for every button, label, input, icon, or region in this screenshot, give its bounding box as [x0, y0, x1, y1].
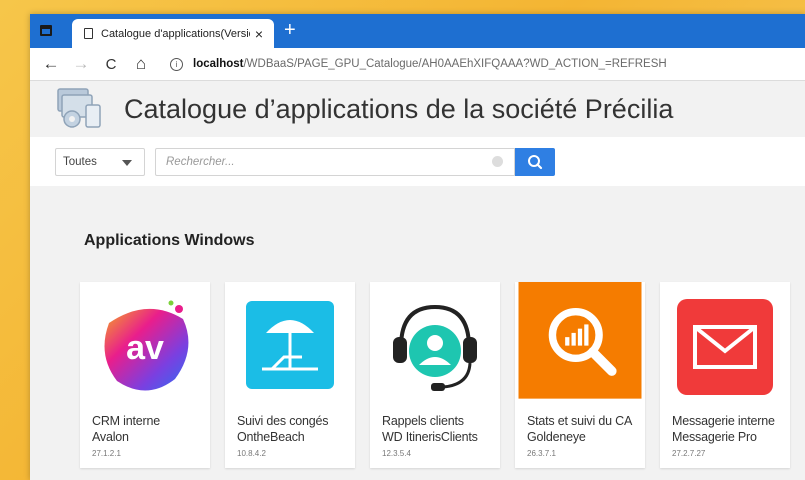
new-tab-button[interactable]: +: [284, 19, 296, 41]
window-menu-icon[interactable]: [40, 25, 52, 36]
forward-button[interactable]: →: [66, 54, 96, 74]
refresh-button[interactable]: C: [96, 56, 126, 73]
clear-search-icon[interactable]: [492, 156, 503, 167]
avalon-logo-icon: av: [104, 300, 189, 391]
app-header: Catalogue d’applications de la société P…: [30, 81, 805, 137]
app-name-line2: OntheBeach: [237, 430, 305, 444]
app-name-line2: Goldeneye: [527, 430, 586, 444]
beach-umbrella-icon: [246, 301, 334, 389]
app-name-line1: Stats et suivi du CA: [527, 414, 633, 428]
app-version: 26.3.7.1: [527, 449, 556, 458]
url-host: localhost: [193, 58, 244, 70]
magnifier-chart-icon: [518, 282, 642, 399]
category-dropdown-value: Toutes: [63, 156, 97, 168]
back-button[interactable]: ←: [36, 54, 66, 74]
app-version: 10.8.4.2: [237, 449, 266, 458]
browser-tab[interactable]: Catalogue d'applications(Version ×: [72, 19, 274, 48]
app-name-line2: Avalon: [92, 430, 129, 444]
catalog-content: Applications Windows av CRM interne Aval…: [30, 186, 805, 480]
app-name-line1: CRM interne: [92, 414, 160, 428]
search-button[interactable]: [515, 148, 555, 176]
caret-down-icon: [122, 160, 132, 166]
browser-titlebar: Catalogue d'applications(Version × +: [30, 14, 805, 48]
section-title: Applications Windows: [84, 232, 255, 249]
app-card-messagerie-pro[interactable]: Messagerie interne Messagerie Pro 27.2.7…: [660, 282, 790, 468]
browser-window: Catalogue d'applications(Version × + ← →…: [30, 14, 805, 480]
app-card-goldeneye[interactable]: Stats et suivi du CA Goldeneye 26.3.7.1: [515, 282, 645, 468]
app-name-line1: Suivi des congés: [237, 414, 329, 428]
app-name-line2: WD ItinerisClients: [382, 430, 478, 444]
url-field[interactable]: i localhost/WDBaaS/PAGE_GPU_Catalogue/AH…: [170, 57, 667, 71]
close-tab-icon[interactable]: ×: [250, 26, 268, 42]
headset-user-icon: [393, 304, 477, 391]
app-catalog-logo-icon: [57, 88, 101, 128]
app-name-line1: Rappels clients: [382, 414, 464, 428]
page-title: Catalogue d’applications de la société P…: [124, 93, 674, 124]
app-version: 12.3.5.4: [382, 449, 411, 458]
search-input[interactable]: [155, 148, 515, 176]
svg-text:av: av: [126, 329, 164, 367]
envelope-icon: [677, 299, 773, 395]
url-path: /WDBaaS/PAGE_GPU_Catalogue/AH0AAEhXIFQAA…: [243, 58, 667, 70]
filter-bar: Toutes: [30, 137, 805, 188]
address-bar: ← → C ⌂ i localhost/WDBaaS/PAGE_GPU_Cata…: [30, 48, 805, 81]
tab-title: Catalogue d'applications(Version: [101, 27, 250, 40]
page-icon: [84, 28, 93, 39]
category-dropdown[interactable]: Toutes: [55, 148, 145, 176]
app-card-avalon[interactable]: av CRM interne Avalon 27.1.2.1: [80, 282, 210, 468]
app-card-itinerisclients[interactable]: Rappels clients WD ItinerisClients 12.3.…: [370, 282, 500, 468]
app-version: 27.1.2.1: [92, 449, 121, 458]
home-button[interactable]: ⌂: [126, 54, 156, 74]
app-name-line2: Messagerie Pro: [672, 430, 757, 444]
app-card-onthebeach[interactable]: Suivi des congés OntheBeach 10.8.4.2: [225, 282, 355, 468]
info-icon[interactable]: i: [170, 57, 183, 71]
app-name-line1: Messagerie interne: [672, 414, 775, 428]
search-icon: [528, 155, 543, 170]
app-version: 27.2.7.27: [672, 449, 706, 458]
